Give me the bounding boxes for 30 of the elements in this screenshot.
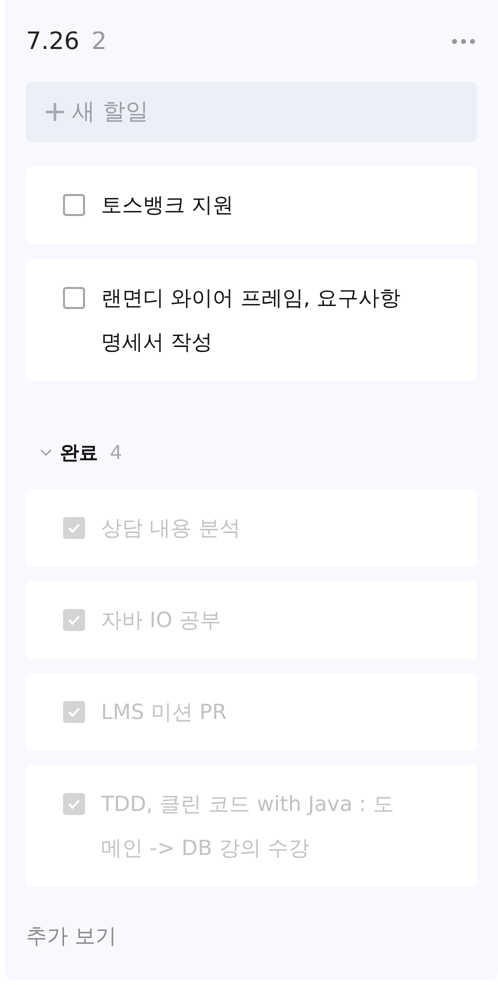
task-card[interactable]: LMS 미션 PR [26,673,477,751]
task-card[interactable]: TDD, 클린 코드 with Java : 도메인 -> DB 강의 수강 [26,765,477,887]
task-card[interactable]: 랜면디 와이어 프레임, 요구사항 명세서 작성 [26,259,477,381]
check-icon [68,707,80,717]
task-card[interactable]: 자바 IO 공부 [26,581,477,659]
task-text: 토스뱅크 지원 [101,192,234,219]
check-icon [68,615,80,625]
chevron-icon [40,449,52,457]
task-checkbox[interactable] [63,701,85,723]
task-checkbox[interactable] [63,517,85,539]
task-checkbox[interactable] [63,609,85,631]
task-count: 2 [91,26,107,57]
check-icon [68,799,80,809]
task-text: 상담 내용 분석 [101,515,240,542]
task-text: 랜면디 와이어 프레임, 요구사항 명세서 작성 [101,285,402,356]
task-text: 자바 IO 공부 [101,607,222,634]
task-card[interactable]: 토스뱅크 지원 [26,166,477,244]
completed-section-toggle[interactable]: 완료 [40,438,98,468]
show-more-link[interactable]: 추가 보기 [26,921,117,952]
list-title: 7.26 [26,26,80,57]
task-checkbox[interactable] [63,287,85,309]
task-text: TDD, 클린 코드 with Java : 도메인 -> DB 강의 수강 [101,791,395,862]
task-checkbox[interactable] [63,194,85,216]
task-checkbox[interactable] [63,793,85,815]
task-text: LMS 미션 PR [101,699,227,726]
new-task-field[interactable]: 새 할일 [26,82,477,142]
completed-count: 4 [110,440,122,466]
task-card[interactable]: 상담 내용 분석 [26,489,477,567]
check-icon [68,523,80,533]
plus-icon [45,102,65,122]
